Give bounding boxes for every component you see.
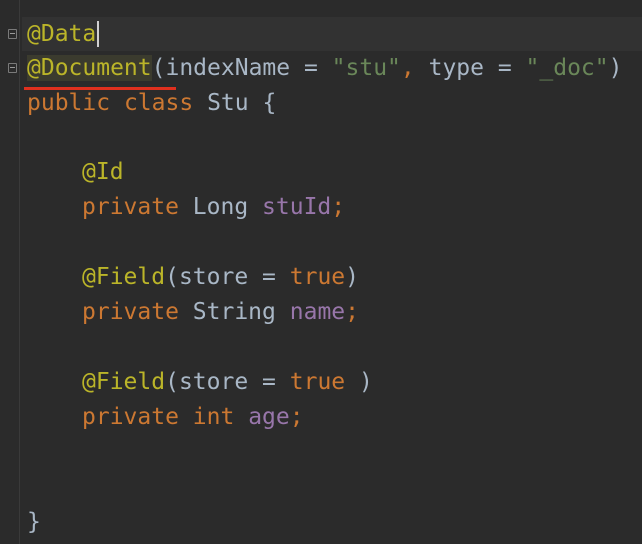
brace-close: }	[27, 509, 41, 535]
current-line-highlight	[22, 17, 642, 51]
code-line-8[interactable]: @Field(store = true)	[27, 260, 359, 294]
keyword-class: class	[123, 90, 194, 116]
code-line-11[interactable]: @Field(store = true )	[27, 365, 373, 399]
fold-collapse-icon[interactable]	[8, 29, 17, 39]
value-true: true	[289, 264, 346, 290]
annotation-id: @Id	[82, 159, 124, 185]
comma: ,	[400, 55, 429, 81]
annotation-field: @Field	[82, 264, 166, 290]
code-line-15[interactable]: }	[27, 505, 41, 539]
annotation-data: @Data	[27, 21, 97, 47]
gutter-divider	[19, 0, 20, 544]
keyword-public: public	[27, 90, 111, 116]
type-string: String	[192, 299, 276, 325]
type-long: Long	[192, 194, 249, 220]
equals-sign: =	[484, 55, 526, 81]
field-stu-id: stuId	[262, 194, 332, 220]
value-true: true	[289, 369, 346, 395]
paren-open: (	[165, 264, 179, 290]
keyword-private: private	[82, 404, 179, 430]
keyword-private: private	[82, 299, 179, 325]
class-name: Stu	[207, 90, 249, 116]
code-line-5[interactable]: @Id	[27, 155, 124, 189]
code-line-1[interactable]: @Data	[27, 17, 100, 51]
keyword-private: private	[82, 194, 179, 220]
param-type: type	[428, 55, 484, 81]
text-cursor	[97, 21, 100, 47]
string-doc: "_doc"	[525, 55, 609, 81]
code-line-2[interactable]: @Document(indexName = "stu", type = "_do…	[27, 51, 623, 85]
param-store: store	[178, 264, 249, 290]
paren-close: )	[608, 55, 623, 81]
equals-sign: =	[290, 55, 332, 81]
fold-collapse-icon[interactable]	[8, 63, 17, 73]
paren-close: )	[345, 369, 373, 395]
equals-sign: =	[248, 369, 290, 395]
editor-gutter	[0, 0, 22, 544]
code-line-9[interactable]: private String name;	[27, 295, 359, 329]
semicolon: ;	[331, 194, 346, 220]
param-index-name: indexName	[165, 55, 291, 81]
code-line-12[interactable]: private int age;	[27, 400, 304, 434]
param-store: store	[178, 369, 249, 395]
semicolon: ;	[345, 299, 359, 325]
code-line-3[interactable]: public class Stu {	[27, 86, 276, 120]
code-line-6[interactable]: private Long stuId;	[27, 190, 345, 224]
annotation-document: @Document	[27, 55, 152, 81]
code-editor[interactable]: @Data @Document(indexName = "stu", type …	[0, 0, 642, 544]
semicolon: ;	[289, 404, 304, 430]
string-stu: "stu"	[331, 55, 401, 81]
paren-open: (	[165, 369, 179, 395]
equals-sign: =	[248, 264, 290, 290]
paren-close: )	[345, 264, 359, 290]
field-name: name	[289, 299, 346, 325]
paren-open: (	[151, 55, 166, 81]
annotation-field: @Field	[82, 369, 166, 395]
type-int: int	[192, 404, 235, 430]
field-age: age	[248, 404, 290, 430]
brace-open: {	[262, 90, 277, 116]
